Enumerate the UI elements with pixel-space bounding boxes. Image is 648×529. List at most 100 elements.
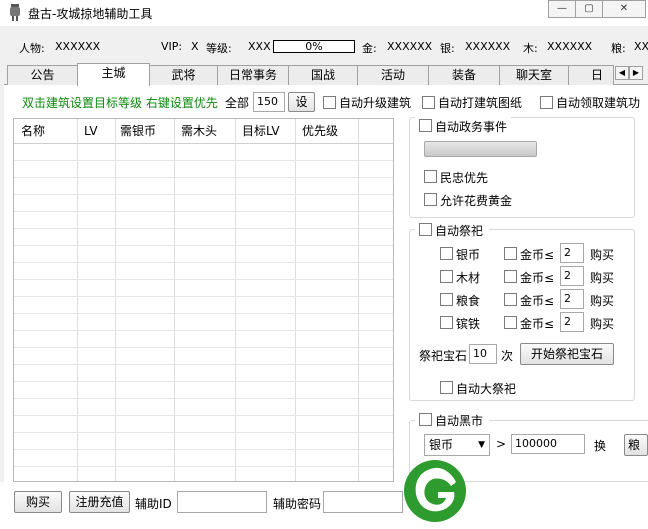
helper-id-input[interactable] — [177, 491, 267, 513]
helper-password-input[interactable] — [323, 491, 403, 513]
grain-label: 粮: — [611, 42, 626, 55]
tab-main-city[interactable]: 主城 — [77, 63, 150, 86]
sacrifice-silver-label: 银币 — [456, 248, 481, 262]
tab-scroll-left-icon[interactable]: ◀ — [615, 66, 629, 80]
loyalty-priority-checkbox[interactable] — [424, 170, 437, 183]
auto-grand-sacrifice-checkbox[interactable] — [440, 381, 453, 394]
minimize-button[interactable]: — — [548, 0, 576, 18]
col-divider — [174, 119, 175, 481]
sacrifice-wood-gold-checkbox[interactable] — [504, 270, 517, 283]
sacrifice-wood-buy-label: 购买 — [590, 271, 615, 285]
col-divider — [77, 119, 78, 481]
row-divider — [14, 262, 393, 263]
wood-label: 木: — [523, 42, 538, 55]
col-priority[interactable]: 优先级 — [295, 119, 338, 143]
auto-upgrade-checkbox[interactable] — [323, 96, 336, 109]
close-button[interactable]: ✕ — [602, 0, 646, 18]
all-level-input[interactable]: 150 — [253, 92, 285, 112]
row-divider — [14, 432, 393, 433]
gem-sacrifice-count-input[interactable]: 10 — [469, 344, 497, 364]
maximize-button[interactable]: ▢ — [575, 0, 603, 18]
row-divider — [14, 330, 393, 331]
silver-value: XXXXXX — [465, 40, 511, 53]
auto-sacrifice-checkbox[interactable] — [419, 223, 432, 236]
sacrifice-grain-gold-checkbox[interactable] — [504, 293, 517, 306]
sacrifice-iron-gold-input[interactable]: 2 — [560, 312, 584, 332]
tab-equipment[interactable]: 装备 — [428, 65, 500, 85]
tab-chat-room[interactable]: 聊天室 — [499, 65, 569, 85]
start-gem-sacrifice-button[interactable]: 开始祭祀宝石 — [520, 343, 614, 365]
auto-blackmarket-checkbox[interactable] — [419, 413, 432, 426]
blackmarket-target-select[interactable]: 粮食 — [624, 434, 648, 456]
col-name[interactable]: 名称 — [14, 119, 45, 143]
auto-grand-sacrifice-label: 自动大祭祀 — [456, 382, 517, 396]
helper-id-label: 辅助ID — [135, 497, 172, 511]
spend-gold-checkbox[interactable] — [424, 193, 437, 206]
row-divider — [14, 177, 393, 178]
tab-national-war[interactable]: 国战 — [288, 65, 358, 85]
app-icon — [10, 4, 20, 21]
tab-daily-affairs[interactable]: 日常事务 — [217, 65, 289, 85]
col-target-lv[interactable]: 目标LV — [235, 119, 280, 143]
sacrifice-wood-gold-input[interactable]: 2 — [560, 266, 584, 286]
row-divider — [14, 160, 393, 161]
hint-text: 双击建筑设置目标等级 右键设置优先 — [22, 96, 218, 110]
row-divider — [14, 211, 393, 212]
row-divider — [14, 415, 393, 416]
blackmarket-resource-value: 银币 — [429, 438, 454, 452]
auto-collect-checkbox[interactable] — [540, 96, 553, 109]
sacrifice-grain-checkbox[interactable] — [440, 293, 453, 306]
politics-button[interactable] — [424, 141, 537, 157]
sacrifice-grain-gold-label: 金币≤ — [520, 294, 555, 308]
sacrifice-wood-label: 木材 — [456, 271, 481, 285]
sacrifice-iron-gold-label: 金币≤ — [520, 317, 555, 331]
sacrifice-grain-buy-label: 购买 — [590, 294, 615, 308]
row-divider — [14, 381, 393, 382]
sacrifice-silver-gold-input[interactable]: 2 — [560, 243, 584, 263]
buy-button[interactable]: 购买 — [14, 491, 62, 513]
tab-log[interactable]: 日志 — [568, 65, 614, 85]
blackmarket-resource-select[interactable]: 银币 ▼ — [424, 434, 490, 456]
row-divider — [14, 313, 393, 314]
auto-collect-label: 自动领取建筑功 — [556, 96, 641, 110]
set-all-button[interactable]: 设 — [288, 92, 315, 112]
col-silver[interactable]: 需银币 — [113, 119, 156, 143]
row-divider — [14, 194, 393, 195]
sacrifice-iron-buy-label: 购买 — [590, 317, 615, 331]
row-divider — [14, 398, 393, 399]
header-divider — [14, 143, 393, 144]
sacrifice-iron-checkbox[interactable] — [440, 316, 453, 329]
sacrifice-iron-gold-checkbox[interactable] — [504, 316, 517, 329]
building-table[interactable]: 名称 LV 需银币 需木头 目标LV 优先级 — [13, 118, 394, 482]
sacrifice-silver-gold-label: 金币≤ — [520, 248, 555, 262]
row-divider — [14, 364, 393, 365]
sacrifice-silver-gold-checkbox[interactable] — [504, 247, 517, 260]
register-recharge-button[interactable]: 注册充值 — [69, 491, 130, 513]
sacrifice-grain-label: 粮食 — [456, 294, 481, 308]
sacrifice-silver-checkbox[interactable] — [440, 247, 453, 260]
level-label: 等级: — [206, 42, 232, 55]
auto-politics-checkbox[interactable] — [419, 119, 432, 132]
tab-announcement[interactable]: 公告 — [7, 65, 78, 85]
auto-upgrade-label: 自动升级建筑 — [339, 96, 412, 110]
tab-generals[interactable]: 武将 — [149, 65, 218, 85]
auto-blackmarket-label: 自动黑市 — [435, 414, 484, 428]
tab-scroll-right-icon[interactable]: ▶ — [629, 66, 643, 80]
helper-password-label: 辅助密码 — [273, 497, 322, 511]
auto-sacrifice-label: 自动祭祀 — [435, 224, 484, 238]
sacrifice-grain-gold-input[interactable]: 2 — [560, 289, 584, 309]
row-divider — [14, 296, 393, 297]
col-divider — [235, 119, 236, 481]
logo-icon — [404, 460, 466, 522]
col-lv[interactable]: LV — [77, 119, 98, 143]
chevron-down-icon: ▼ — [478, 440, 485, 450]
gem-sacrifice-unit: 次 — [501, 349, 514, 363]
blackmarket-amount-input[interactable]: 100000 — [511, 434, 585, 454]
window-title: 盘古-攻城掠地辅助工具 — [28, 7, 153, 21]
tab-events[interactable]: 活动 — [357, 65, 429, 85]
auto-blueprint-checkbox[interactable] — [422, 96, 435, 109]
silver-label: 银: — [440, 42, 455, 55]
col-wood[interactable]: 需木头 — [174, 119, 217, 143]
sacrifice-wood-checkbox[interactable] — [440, 270, 453, 283]
sacrifice-silver-buy-label: 购买 — [590, 248, 615, 262]
